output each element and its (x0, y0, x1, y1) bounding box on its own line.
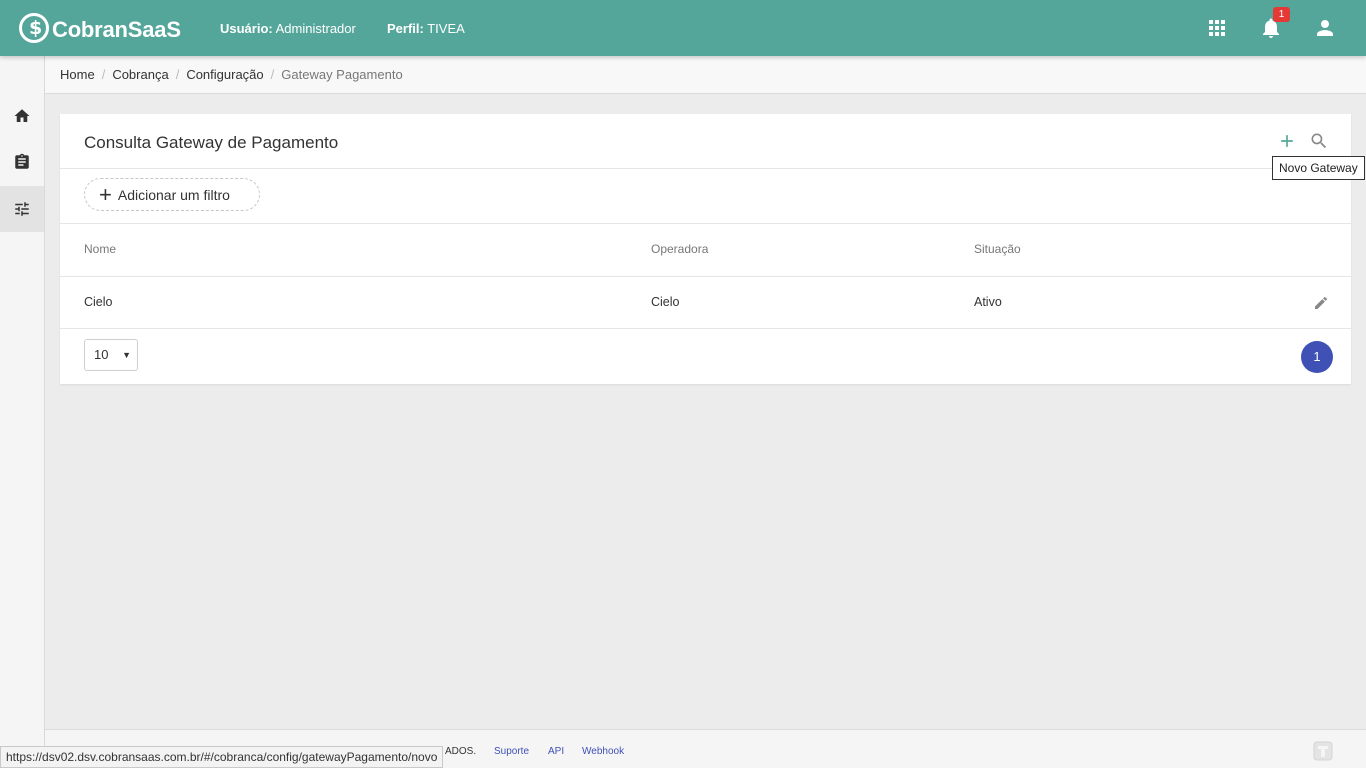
breadcrumb-separator: / (101, 67, 106, 82)
add-filter-button[interactable]: + Adicionar um filtro (84, 178, 260, 211)
footer-copyright: ADOS. (445, 746, 477, 757)
clipboard-icon (15, 153, 29, 169)
footer-link-suporte[interactable]: Suporte (494, 746, 529, 757)
breadcrumb: Home / Cobrança / Configuração / Gateway… (45, 56, 1366, 94)
page-size-select[interactable]: 10 ▼ (84, 339, 138, 371)
divider (60, 223, 1351, 224)
profile-label: Perfil: (387, 21, 424, 36)
breadcrumb-current: Gateway Pagamento (281, 67, 403, 82)
user-label: Usuário: (220, 21, 273, 36)
add-icon[interactable] (1277, 131, 1297, 151)
footer-brand-icon (1313, 741, 1333, 761)
cell-nome: Cielo (84, 295, 113, 309)
breadcrumb-separator: / (270, 67, 275, 82)
edit-pencil-icon[interactable] (1313, 295, 1329, 311)
cell-situacao: Ativo (974, 295, 1002, 309)
breadcrumb-home[interactable]: Home (60, 67, 95, 82)
footer-link-webhook[interactable]: Webhook (582, 746, 624, 757)
pagination-page-button[interactable]: 1 (1301, 341, 1333, 373)
settings-sliders-icon (15, 202, 29, 216)
add-filter-label: Adicionar um filtro (117, 186, 230, 203)
account-icon[interactable] (1313, 16, 1337, 40)
column-header-nome[interactable]: Nome (84, 242, 116, 256)
browser-status-url: https://dsv02.dsv.cobransaas.com.br/#/co… (0, 746, 444, 768)
divider (60, 328, 1351, 329)
side-rail (0, 56, 45, 768)
divider (60, 276, 1351, 277)
breadcrumb-separator: / (175, 67, 180, 82)
plus-icon: + (99, 181, 112, 207)
breadcrumb-configuracao[interactable]: Configuração (186, 67, 263, 82)
divider (60, 168, 1351, 169)
breadcrumb-cobranca[interactable]: Cobrança (112, 67, 168, 82)
tooltip-novo-gateway: Novo Gateway (1272, 156, 1365, 180)
page-title: Consulta Gateway de Pagamento (84, 133, 339, 152)
column-header-operadora[interactable]: Operadora (651, 242, 708, 256)
gateway-list-card: Consulta Gateway de Pagamento + Adiciona… (60, 114, 1351, 384)
brand-name: CobranSaaS (52, 17, 181, 42)
profile-info: Perfil: TIVEA (387, 21, 465, 36)
search-icon[interactable] (1309, 131, 1329, 151)
home-icon (14, 109, 30, 122)
user-value: Administrador (275, 21, 356, 36)
sidebar-item-configuracao[interactable] (0, 186, 44, 232)
apps-grid-icon[interactable] (1205, 16, 1229, 40)
logo-coin-icon (19, 12, 49, 43)
caret-down-icon: ▼ (122, 350, 131, 360)
profile-value: TIVEA (427, 21, 465, 36)
brand-logo[interactable]: CobranSaaS (19, 12, 181, 43)
footer-link-api[interactable]: API (548, 746, 564, 757)
top-app-bar: CobranSaaS Usuário: Administrador Perfil… (0, 0, 1366, 56)
page-size-value: 10 (94, 347, 109, 362)
column-header-situacao[interactable]: Situação (974, 242, 1021, 256)
sidebar-item-home[interactable] (0, 93, 44, 139)
user-info: Usuário: Administrador (220, 21, 356, 36)
notification-badge: 1 (1273, 7, 1290, 22)
sidebar-item-cobranca[interactable] (0, 139, 44, 185)
cell-operadora: Cielo (651, 295, 680, 309)
